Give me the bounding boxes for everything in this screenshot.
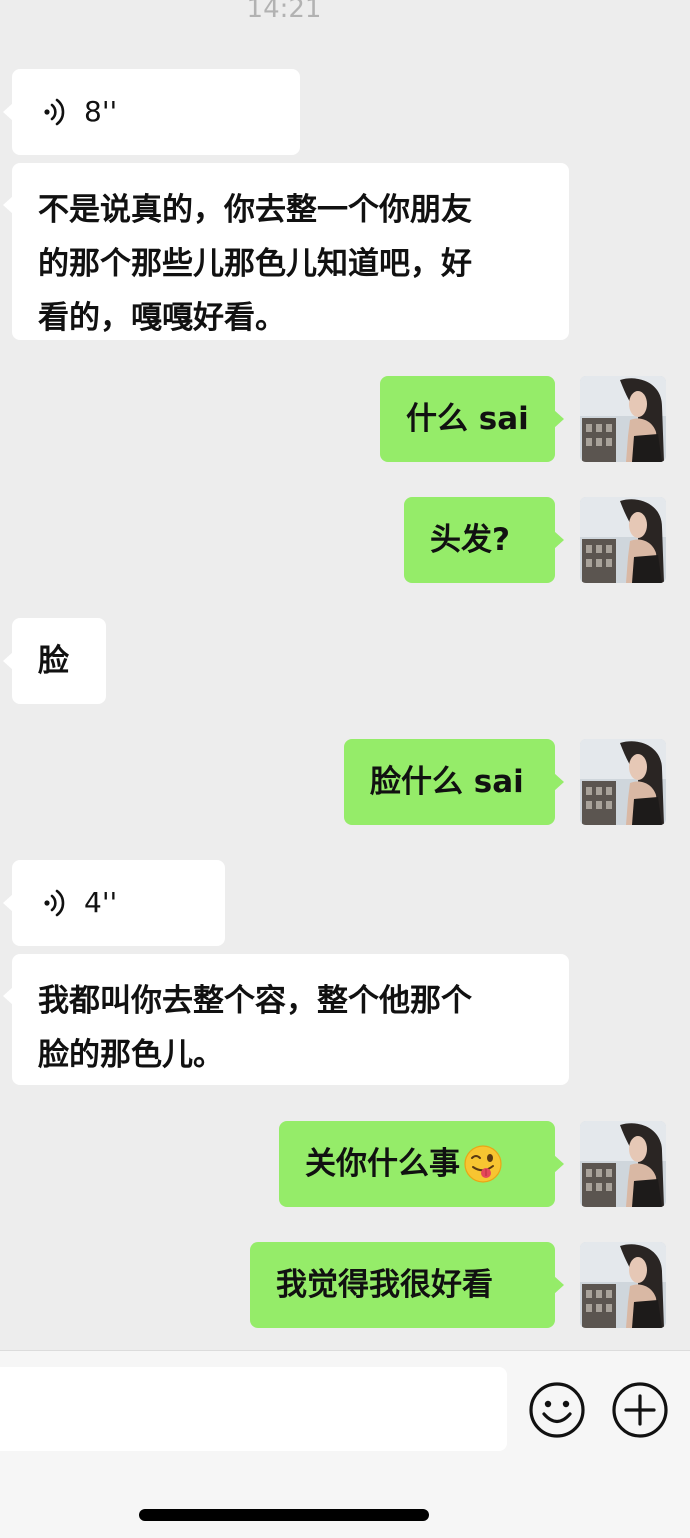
winking-tongue-emoji-icon	[464, 1145, 502, 1183]
message-row: 脸什么 sai	[0, 739, 690, 825]
text-message-bubble[interactable]: 我都叫你去整个容，整个他那个 脸的那色儿。	[3, 954, 569, 1085]
voice-wave-icon	[42, 888, 68, 918]
message-row: 我觉得我很好看	[0, 1242, 690, 1328]
message-line: 看的，嘎嘎好看。	[38, 300, 286, 336]
message-line: 脸的那色儿。	[38, 1037, 224, 1073]
text-message-bubble[interactable]: 关你什么事	[279, 1121, 564, 1207]
voice-wave-icon	[42, 97, 68, 127]
text-message-bubble[interactable]: 脸什么 sai	[344, 739, 564, 825]
message-text-content: 关你什么事	[305, 1146, 460, 1182]
voice-duration: 4''	[84, 886, 118, 919]
message-row: 关你什么事	[0, 1121, 690, 1207]
user-avatar[interactable]	[580, 497, 666, 583]
chat-screen: 14:21 8'' 不是说真的，你去整一个你朋友 的那个那些儿那色儿知道吧，好 …	[0, 0, 690, 1538]
text-message-bubble[interactable]: 什么 sai	[380, 376, 564, 462]
message-input[interactable]	[0, 1367, 507, 1451]
message-text: 什么 sai	[406, 401, 529, 437]
message-text: 关你什么事	[305, 1121, 503, 1207]
plus-circle-icon[interactable]	[611, 1381, 669, 1439]
message-line: 我都叫你去整个容，整个他那个	[38, 983, 472, 1019]
text-message-bubble[interactable]: 我觉得我很好看	[250, 1242, 564, 1328]
home-indicator[interactable]	[139, 1509, 429, 1521]
message-text: 我都叫你去整个容，整个他那个 脸的那色儿。	[38, 974, 558, 1082]
voice-duration: 8''	[84, 95, 118, 128]
message-text: 不是说真的，你去整一个你朋友 的那个那些儿那色儿知道吧，好 看的，嘎嘎好看。	[38, 183, 558, 345]
message-row: 头发?	[0, 497, 690, 583]
voice-message-bubble[interactable]: 4''	[3, 860, 225, 946]
message-timestamp: 14:21	[246, 0, 322, 24]
message-row: 4''	[0, 860, 690, 946]
message-line: 的那个那些儿那色儿知道吧，好	[38, 246, 472, 282]
message-text: 我觉得我很好看	[276, 1267, 493, 1303]
user-avatar[interactable]	[580, 1121, 666, 1207]
message-text: 脸	[38, 643, 69, 679]
message-row: 什么 sai	[0, 376, 690, 462]
message-line: 不是说真的，你去整一个你朋友	[38, 192, 472, 228]
message-text: 头发?	[430, 522, 510, 558]
smiley-face-icon[interactable]	[528, 1381, 586, 1439]
message-row: 8''	[0, 69, 690, 155]
user-avatar[interactable]	[580, 376, 666, 462]
message-text: 脸什么 sai	[370, 764, 524, 800]
text-message-bubble[interactable]: 头发?	[404, 497, 564, 583]
text-message-bubble[interactable]: 脸	[3, 618, 106, 704]
message-row: 脸	[0, 618, 690, 704]
voice-message-bubble[interactable]: 8''	[3, 69, 300, 155]
user-avatar[interactable]	[580, 1242, 666, 1328]
message-row: 我都叫你去整个容，整个他那个 脸的那色儿。	[0, 954, 690, 1085]
user-avatar[interactable]	[580, 739, 666, 825]
text-message-bubble[interactable]: 不是说真的，你去整一个你朋友 的那个那些儿那色儿知道吧，好 看的，嘎嘎好看。	[3, 163, 569, 340]
message-row: 不是说真的，你去整一个你朋友 的那个那些儿那色儿知道吧，好 看的，嘎嘎好看。	[0, 163, 690, 340]
